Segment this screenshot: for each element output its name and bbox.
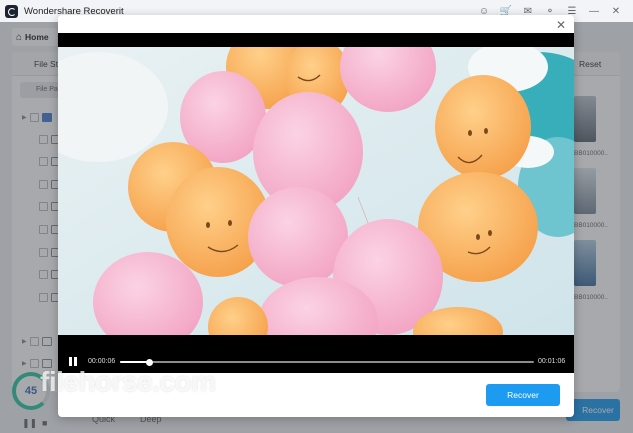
seek-bar[interactable] xyxy=(120,358,534,366)
recover-button-label: Recover xyxy=(507,390,539,400)
close-icon[interactable]: ✕ xyxy=(605,3,627,19)
watermark-logo: filehorse.com xyxy=(40,366,216,397)
total-time: 00:01:06 xyxy=(538,358,566,365)
dialog-close-icon[interactable]: ✕ xyxy=(554,18,568,32)
seek-handle[interactable] xyxy=(146,358,154,366)
recover-button[interactable]: Recover xyxy=(486,384,560,406)
minimize-icon[interactable]: — xyxy=(583,3,605,19)
video-preview-dialog: ✕ 00:00:06 00:01:06 Recover xyxy=(58,15,574,417)
current-time: 00:00:06 xyxy=(88,358,116,365)
app-logo-icon xyxy=(5,4,18,18)
balloons-video-frame xyxy=(58,47,574,335)
video-player[interactable]: 00:00:06 00:01:06 xyxy=(58,33,574,373)
